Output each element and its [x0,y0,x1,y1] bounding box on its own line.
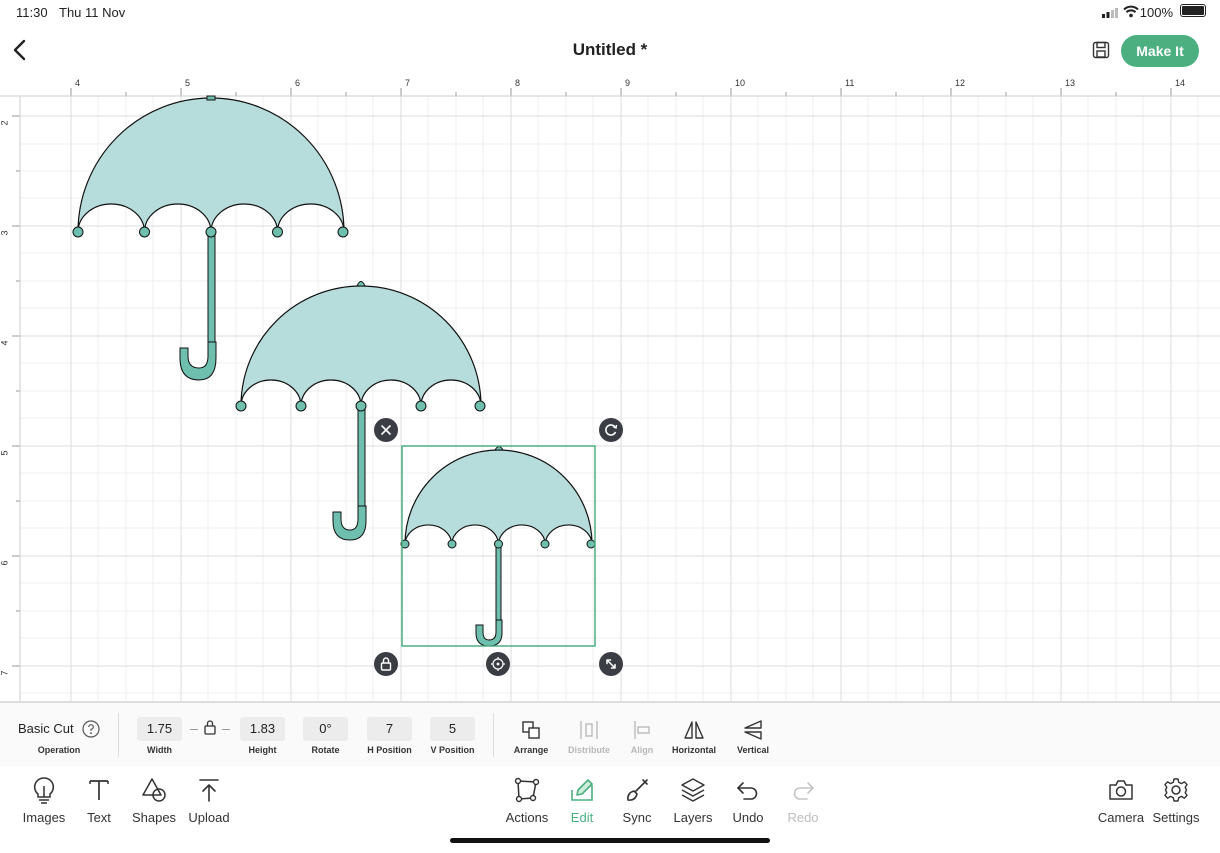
h-position-label: H Position [367,745,412,755]
upload-label: Upload [188,810,230,825]
distribute-label: Distribute [567,745,610,755]
status-time: 11:30 [16,5,48,20]
lock-handle[interactable] [374,652,398,676]
text-icon [89,780,109,800]
shapes-button[interactable]: Shapes [130,776,178,825]
save-icon[interactable] [1092,41,1110,59]
settings-label: Settings [1152,810,1200,825]
operation-label: Operation [37,745,81,755]
arrange-label: Arrange [513,745,549,755]
rotate-label: Rotate [311,745,340,755]
lightbulb-icon [33,777,55,804]
upload-icon [199,779,219,802]
undo-label: Undo [732,810,764,825]
flip-vertical-icon [744,720,762,740]
sync-button[interactable]: Sync [617,776,657,825]
operation-value[interactable]: Basic Cut [18,721,74,736]
toolbar-divider [118,713,119,757]
battery-icon [1180,4,1206,17]
toolbar-divider [493,713,494,757]
project-title: Untitled * [572,40,648,59]
camera-button[interactable]: Camera [1094,776,1148,825]
settings-button[interactable]: Settings [1150,776,1202,825]
redo-button[interactable]: Redo [783,776,823,825]
text-button[interactable]: Text [79,776,119,825]
cellular-signal-icon [1102,8,1118,18]
redo-icon [793,782,814,800]
resize-icon [606,659,616,669]
camera-label: Camera [1097,810,1145,825]
undo-button[interactable]: Undo [728,776,768,825]
rotate-handle[interactable] [599,418,623,442]
edit-button[interactable]: Edit [562,776,602,825]
rotate-input[interactable]: 0° [303,717,348,741]
status-date: Thu 11 Nov [59,5,126,20]
shapes-label: Shapes [131,810,177,825]
delete-handle[interactable] [374,418,398,442]
images-label: Images [22,810,66,825]
unlock-icon [380,657,392,671]
resize-handle[interactable] [599,652,623,676]
flip-vertical-label: Vertical [736,745,770,755]
distribute-button[interactable]: Distribute [564,719,614,755]
flip-vertical-button[interactable]: Vertical [731,719,775,755]
app-header: Untitled * Make It [0,24,1220,77]
h-position-input[interactable]: 7 [367,717,412,741]
close-icon [381,425,391,435]
v-position-input[interactable]: 5 [430,717,475,741]
edit-icon [571,779,593,801]
layers-icon [681,778,705,802]
width-input[interactable]: 1.75 [137,717,182,741]
flip-horizontal-label: Horizontal [672,745,716,755]
umbrella-shape-3-selected[interactable] [0,76,1220,701]
align-label: Align [630,745,654,755]
help-icon[interactable] [82,720,100,738]
actions-label: Actions [505,810,549,825]
arrange-button[interactable]: Arrange [508,719,554,755]
height-input[interactable]: 1.83 [240,717,285,741]
v-position-label: V Position [430,745,475,755]
images-button[interactable]: Images [18,776,70,825]
height-label: Height [248,745,277,755]
sync-label: Sync [622,810,652,825]
design-canvas[interactable]: 4 5 6 7 8 9 10 11 12 13 14 2 3 4 5 6 7 [0,76,1220,701]
make-it-button[interactable]: Make It [1121,35,1199,67]
rotate-icon [605,424,618,436]
link-line [190,729,198,730]
upload-button[interactable]: Upload [185,776,233,825]
actions-icon [514,777,540,803]
move-handle[interactable] [486,652,510,676]
distribute-icon [580,721,598,739]
text-label: Text [87,810,111,825]
camera-icon [1109,780,1133,800]
flip-horizontal-button[interactable]: Horizontal [670,719,718,755]
battery-percentage: 100% [1139,5,1173,20]
undo-icon [737,782,758,800]
align-button[interactable]: Align [625,719,659,755]
shapes-icon [142,778,166,802]
lock-ratio-icon[interactable] [203,719,217,735]
gear-icon [1164,778,1188,802]
link-line [222,729,230,730]
actions-button[interactable]: Actions [503,776,551,825]
flip-horizontal-icon [684,721,704,739]
move-icon [491,657,505,671]
status-bar: 11:30 Thu 11 Nov 100% [0,0,1220,24]
edit-label: Edit [570,810,594,825]
width-label: Width [147,745,172,755]
align-icon [634,721,650,739]
home-indicator[interactable] [450,838,770,843]
edit-toolbar: Basic Cut Operation 1.75 Width 1.83 Heig… [0,701,1220,768]
wifi-icon [1123,5,1139,18]
paint-brush-icon [627,779,648,801]
layers-button[interactable]: Layers [669,776,717,825]
redo-label: Redo [787,810,819,825]
arrange-icon [522,721,540,739]
layers-label: Layers [673,810,713,825]
